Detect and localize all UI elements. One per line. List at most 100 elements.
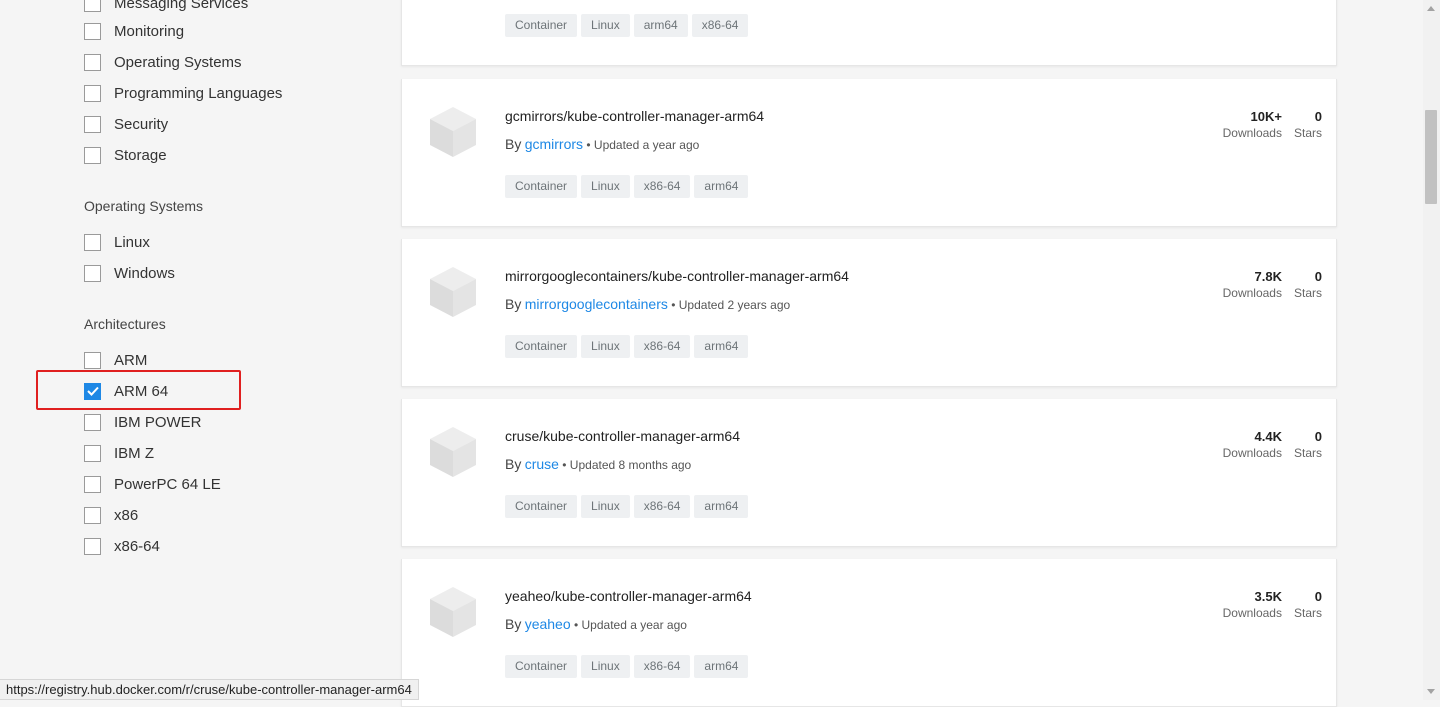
- downloads-count: 7.8K: [1254, 269, 1282, 284]
- tag: arm64: [694, 655, 749, 678]
- checkbox[interactable]: [84, 444, 101, 462]
- status-bar-url: https://registry.hub.docker.com/r/cruse/…: [0, 679, 419, 700]
- filter-linux[interactable]: Linux: [84, 231, 150, 253]
- checkbox[interactable]: [84, 351, 101, 369]
- stars-count: 0: [1314, 589, 1322, 604]
- tag-list: Container Linux x86-64 arm64: [505, 335, 749, 358]
- repo-name[interactable]: yeaheo/kube-controller-manager-arm64: [505, 588, 752, 604]
- filter-monitoring[interactable]: Monitoring: [84, 20, 184, 42]
- container-cube-icon: [430, 267, 476, 317]
- filter-x86[interactable]: x86: [84, 504, 138, 526]
- updated-text: • Updated a year ago: [586, 138, 700, 152]
- filter-programming-languages[interactable]: Programming Languages: [84, 82, 282, 104]
- container-cube-icon: [430, 427, 476, 477]
- filter-x86-64[interactable]: x86-64: [84, 535, 160, 557]
- checkbox[interactable]: [84, 115, 101, 133]
- tag: x86-64: [633, 335, 691, 358]
- filter-label: Windows: [114, 264, 175, 282]
- filter-label: IBM POWER: [114, 413, 202, 431]
- by-label: By: [505, 136, 522, 152]
- tag-list: Container Linux arm64 x86-64: [505, 14, 749, 37]
- filter-label: Operating Systems: [114, 53, 242, 71]
- publisher-link[interactable]: mirrorgooglecontainers: [525, 296, 668, 312]
- checkbox[interactable]: [84, 0, 101, 12]
- tag: Container: [505, 335, 578, 358]
- result-card[interactable]: mirrorgooglecontainers/kube-controller-m…: [401, 239, 1337, 387]
- result-card[interactable]: cruse/kube-controller-manager-arm64 By c…: [401, 399, 1337, 547]
- tag: Container: [505, 495, 578, 518]
- stars-label: Stars: [1293, 446, 1322, 460]
- tag: Container: [505, 175, 578, 198]
- repo-stats: 10K+ Downloads 0 Stars: [1223, 109, 1322, 141]
- checkbox[interactable]: [84, 53, 101, 71]
- filter-operating-systems-category[interactable]: Operating Systems: [84, 51, 242, 73]
- filter-windows[interactable]: Windows: [84, 262, 175, 284]
- publisher-link[interactable]: cruse: [525, 456, 559, 472]
- filter-label: x86: [114, 506, 139, 524]
- checkbox[interactable]: [84, 413, 101, 431]
- updated-text: • Updated 2 years ago: [671, 298, 791, 312]
- vertical-scrollbar[interactable]: [1423, 0, 1440, 700]
- filter-label: Security: [114, 115, 169, 133]
- result-card[interactable]: gcmirrors/kube-controller-manager-arm64 …: [401, 79, 1337, 227]
- tag: x86-64: [633, 655, 691, 678]
- downloads-stat: 4.4K Downloads: [1223, 429, 1282, 461]
- stars-stat: 0 Stars: [1294, 429, 1322, 461]
- checkbox[interactable]: [84, 537, 101, 555]
- section-title-architectures: Architectures: [84, 316, 166, 332]
- repo-meta: By yeaheo • Updated a year ago: [505, 616, 687, 632]
- scroll-up-icon[interactable]: [1427, 6, 1435, 11]
- filter-arm[interactable]: ARM: [84, 349, 147, 371]
- downloads-label: Downloads: [1222, 446, 1282, 460]
- stars-label: Stars: [1293, 606, 1322, 620]
- filter-label: IBM Z: [114, 444, 154, 462]
- checkbox[interactable]: [84, 506, 101, 524]
- by-label: By: [505, 616, 522, 632]
- tag: arm64: [694, 495, 749, 518]
- stars-stat: 0 Stars: [1294, 109, 1322, 141]
- stars-label: Stars: [1293, 286, 1322, 300]
- highlight-annotation: [36, 370, 241, 410]
- downloads-count: 10K+: [1250, 109, 1282, 124]
- result-card[interactable]: yeaheo/kube-controller-manager-arm64 By …: [401, 559, 1337, 707]
- filter-powerpc-64-le[interactable]: PowerPC 64 LE: [84, 473, 221, 495]
- scroll-thumb[interactable]: [1425, 110, 1437, 204]
- tag: Linux: [581, 655, 630, 678]
- tag: Linux: [581, 495, 630, 518]
- tag: Linux: [581, 175, 630, 198]
- stars-label: Stars: [1293, 126, 1322, 140]
- checkbox[interactable]: [84, 264, 101, 282]
- checkbox[interactable]: [84, 22, 101, 40]
- filter-label: ARM: [114, 351, 148, 369]
- filter-sidebar: Messaging Services Monitoring Operating …: [0, 0, 380, 700]
- tag: x86-64: [691, 14, 749, 37]
- stars-stat: 0 Stars: [1294, 589, 1322, 621]
- filter-security[interactable]: Security: [84, 113, 168, 135]
- repo-stats: 4.4K Downloads 0 Stars: [1223, 429, 1322, 461]
- result-card[interactable]: Container Linux arm64 x86-64: [401, 0, 1337, 66]
- tag-list: Container Linux x86-64 arm64: [505, 175, 749, 198]
- downloads-stat: 7.8K Downloads: [1223, 269, 1282, 301]
- filter-ibm-power[interactable]: IBM POWER: [84, 411, 202, 433]
- scroll-down-icon[interactable]: [1427, 689, 1435, 694]
- checkbox[interactable]: [84, 233, 101, 251]
- repo-name[interactable]: gcmirrors/kube-controller-manager-arm64: [505, 108, 764, 124]
- filter-label: Monitoring: [114, 22, 185, 40]
- publisher-link[interactable]: yeaheo: [525, 616, 571, 632]
- repo-name[interactable]: cruse/kube-controller-manager-arm64: [505, 428, 740, 444]
- tag: Container: [505, 14, 578, 37]
- filter-ibm-z[interactable]: IBM Z: [84, 442, 154, 464]
- checkbox[interactable]: [84, 475, 101, 493]
- tag: x86-64: [633, 175, 691, 198]
- publisher-link[interactable]: gcmirrors: [525, 136, 583, 152]
- repo-name[interactable]: mirrorgooglecontainers/kube-controller-m…: [505, 268, 849, 284]
- filter-storage[interactable]: Storage: [84, 144, 167, 166]
- tag-list: Container Linux x86-64 arm64: [505, 655, 749, 678]
- downloads-count: 3.5K: [1254, 589, 1282, 604]
- tag: Linux: [581, 14, 630, 37]
- checkbox[interactable]: [84, 84, 101, 102]
- downloads-label: Downloads: [1222, 126, 1282, 140]
- checkbox[interactable]: [84, 146, 101, 164]
- repo-stats: 7.8K Downloads 0 Stars: [1223, 269, 1322, 301]
- filter-messaging-services[interactable]: Messaging Services: [84, 0, 248, 14]
